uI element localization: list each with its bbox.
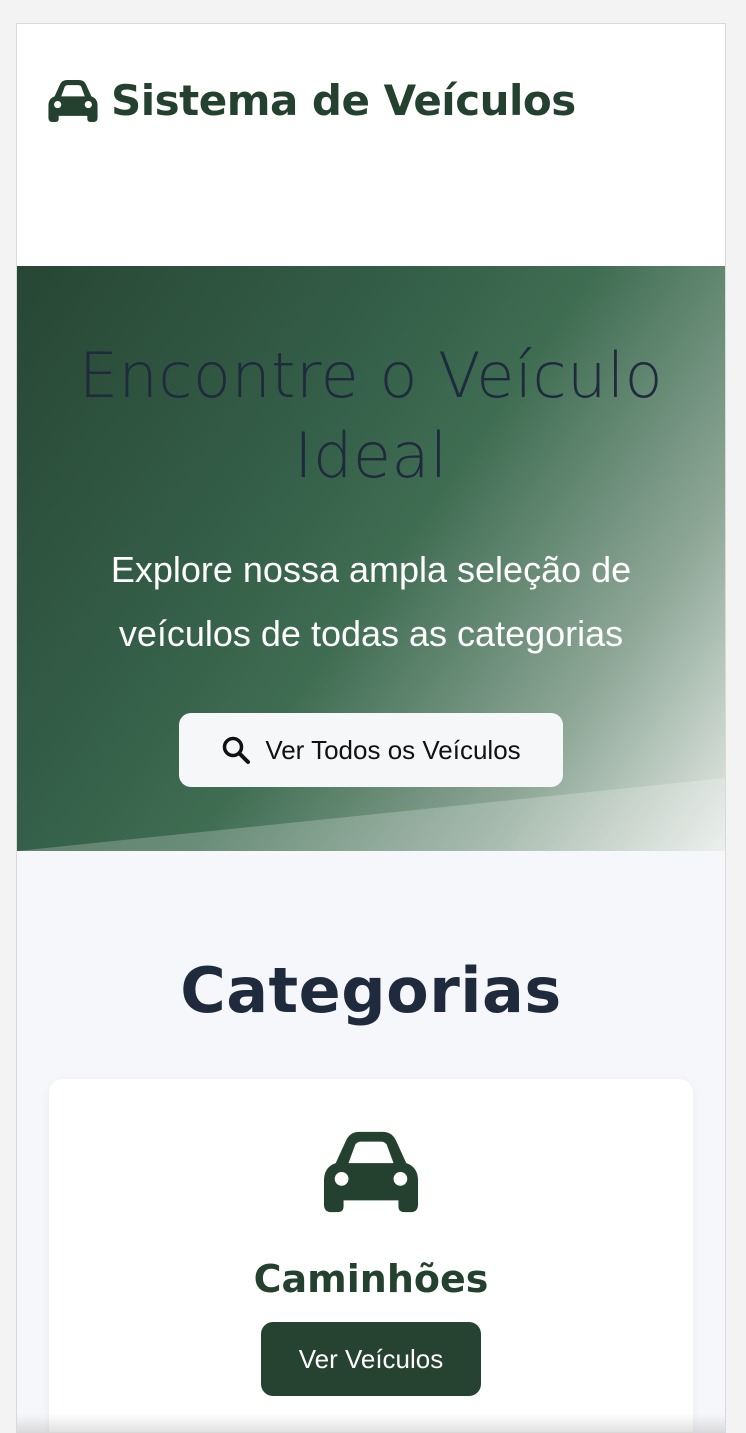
- view-all-vehicles-button[interactable]: Ver Todos os Veículos: [179, 713, 563, 787]
- hero-section: Encontre o Veículo Ideal Explore nossa a…: [17, 266, 725, 851]
- site-header: Sistema de Veículos: [17, 24, 725, 266]
- view-vehicles-button[interactable]: Ver Veículos: [261, 1322, 481, 1396]
- hero-title: Encontre o Veículo Ideal: [78, 339, 664, 492]
- hero-subtitle: Explore nossa ampla seleção de veículos …: [110, 549, 632, 654]
- car-icon: [48, 79, 98, 122]
- category-card: Caminhões Ver Veículos: [49, 1079, 693, 1432]
- brand-title: Sistema de Veículos: [111, 76, 576, 125]
- brand[interactable]: Sistema de Veículos: [47, 76, 576, 125]
- search-icon: [223, 736, 251, 764]
- bottom-shadow: [17, 1414, 725, 1432]
- car-icon: [323, 1131, 419, 1213]
- categories-title: Categorias: [180, 954, 562, 1027]
- category-name: Caminhões: [253, 1257, 489, 1301]
- view-all-vehicles-label: Ver Todos os Veículos: [265, 734, 521, 765]
- page-frame: Sistema de Veículos Encontre o Veículo I…: [16, 23, 726, 1433]
